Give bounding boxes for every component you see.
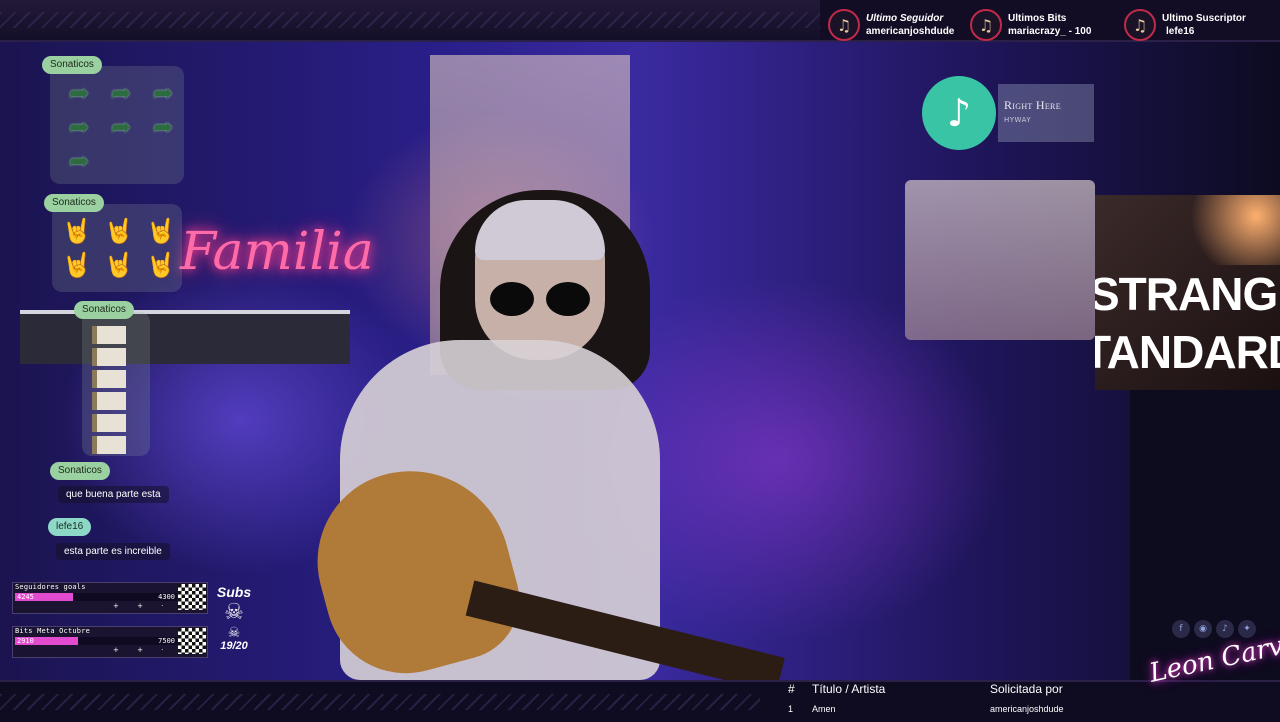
goal-bits: Bits Meta Octubre 2910 7500 + + ·: [12, 626, 208, 658]
goal-dots: + + ·: [113, 602, 172, 610]
alert-value: americanjoshdude: [866, 26, 954, 37]
music-note-icon: ♪: [922, 76, 996, 150]
goal-followers: Seguidores goals 4245 4300 + + ·: [12, 582, 208, 614]
guitar-icon: ♫: [828, 9, 860, 41]
rock-horns-emote-icon: 🤘: [62, 217, 92, 245]
goal-current: 2910: [17, 637, 34, 645]
queue-row-title: Amen: [812, 704, 836, 714]
guitar-emote-icon: ➦: [110, 113, 132, 141]
alert-label: Ultimo Suscriptor: [1162, 13, 1246, 24]
rock-horns-emote-icon: 🤘: [62, 251, 92, 279]
goal-target: 4300: [158, 593, 175, 601]
goal-current: 4245: [17, 593, 34, 601]
guitar-icon: ♫: [1124, 9, 1156, 41]
chat-message-box: [82, 312, 150, 456]
alert-last-bits: ♫ Ultimos Bits mariacrazy_ - 100: [970, 8, 1091, 42]
checkered-flag-icon: [178, 584, 206, 610]
piano-keyboard: [20, 310, 350, 364]
rock-horns-emote-icon: 🤘: [146, 251, 176, 279]
rock-horns-emote-icon: 🤘: [104, 217, 134, 245]
subs-counter: Subs ☠ ☠ 19/20: [214, 584, 254, 652]
alert-value: mariacrazy_ - 100: [1008, 26, 1092, 37]
emote-column: [92, 326, 126, 458]
now-playing-widget: ♪ Right Here HYWAY: [922, 76, 1094, 150]
instagram-icon[interactable]: ◉: [1194, 620, 1212, 638]
skeleton-emote-icon: [92, 370, 126, 388]
rock-horns-emote-icon: 🤘: [104, 251, 134, 279]
wall-tapestry: [905, 180, 1095, 340]
now-playing-song: Right Here: [1004, 98, 1061, 112]
social-links: f ◉ ♪ ✦: [1172, 620, 1256, 638]
skeleton-emote-icon: [92, 392, 126, 410]
guitar-emote-icon: ➦: [110, 79, 132, 107]
streamer-sunglasses: [488, 282, 592, 316]
queue-row-requested: americanjoshdude: [990, 704, 1064, 714]
alert-label: Ultimo Seguidor: [866, 13, 944, 24]
poster-text: STRANGED TANDARD T: [1095, 265, 1280, 375]
twitter-icon[interactable]: ✦: [1238, 620, 1256, 638]
goal-title: Bits Meta Octubre: [15, 627, 91, 635]
skull-icon: ☠: [224, 599, 244, 624]
chat-message-text: que buena parte esta: [58, 486, 169, 503]
queue-header-num: #: [788, 682, 795, 696]
top-hatch-pattern: [0, 12, 820, 28]
facebook-icon[interactable]: f: [1172, 620, 1190, 638]
chat-username: lefe16: [48, 518, 92, 536]
now-playing-card: [998, 84, 1094, 142]
chat-message-box: ➦ ➦ ➦ ➦ ➦ ➦ ➦: [50, 66, 184, 184]
goal-progress-bar: 2910 7500: [15, 637, 177, 645]
chat-username: Sonaticos: [42, 56, 102, 74]
subs-count: 19/20: [220, 640, 248, 652]
emote-grid: 🤘 🤘 🤘 🤘 🤘 🤘: [58, 216, 180, 280]
tiktok-icon[interactable]: ♪: [1216, 620, 1234, 638]
chat-message-box: 🤘 🤘 🤘 🤘 🤘 🤘: [52, 204, 182, 292]
chat-message-text: esta parte es increible: [56, 543, 170, 560]
alert-label: Ultimos Bits: [1008, 13, 1067, 24]
poster-stage-light: [1160, 195, 1280, 265]
guitar-emote-icon: ➦: [152, 79, 174, 107]
goal-title: Seguidores goals: [15, 583, 86, 591]
alert-value: lefe16: [1166, 26, 1195, 37]
skeleton-emote-icon: [92, 348, 126, 366]
chat-username: Sonaticos: [50, 462, 110, 480]
guitar-emote-icon: ➦: [68, 79, 90, 107]
rock-horns-emote-icon: 🤘: [146, 217, 176, 245]
neon-sign: Familia: [180, 222, 374, 282]
emote-grid: ➦ ➦ ➦ ➦ ➦ ➦ ➦: [60, 78, 182, 176]
chat-username: Sonaticos: [74, 301, 134, 319]
goal-dots: + + ·: [113, 646, 172, 654]
alert-last-subscriber: ♫ Ultimo Suscriptor lefe16: [1124, 8, 1246, 42]
bottom-hatch-pattern: [0, 694, 760, 710]
poster-line-1: STRANGED: [1095, 268, 1280, 320]
queue-row-num: 1: [788, 704, 794, 714]
checkered-flag-icon: [178, 628, 206, 654]
skull-small-icon: ☠: [227, 624, 241, 640]
alert-last-follower: ♫ Ultimo Seguidor americanjoshdude: [828, 8, 954, 42]
now-playing-artist: HYWAY: [1004, 116, 1032, 124]
skeleton-emote-icon: [92, 436, 126, 454]
goal-progress-bar: 4245 4300: [15, 593, 177, 601]
guitar-icon: ♫: [970, 9, 1002, 41]
queue-header-requested: Solicitada por: [990, 682, 1063, 696]
guitar-emote-icon: ➦: [152, 113, 174, 141]
chat-username: Sonaticos: [44, 194, 104, 212]
guitar-emote-icon: ➦: [68, 113, 90, 141]
skeleton-emote-icon: [92, 414, 126, 432]
guitar-emote-icon: ➦: [68, 147, 90, 175]
goal-target: 7500: [158, 637, 175, 645]
skeleton-emote-icon: [92, 326, 126, 344]
subs-label: Subs: [216, 584, 252, 600]
queue-header-title: Título / Artista: [812, 682, 886, 696]
song-queue: # Título / Artista Solicitada por 1 Amen…: [780, 678, 1140, 720]
poster-line-2: TANDARD T: [1095, 326, 1280, 375]
